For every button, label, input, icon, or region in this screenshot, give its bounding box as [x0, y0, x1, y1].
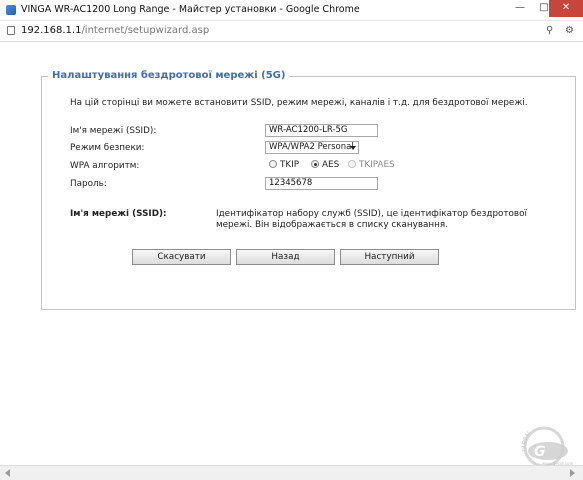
radio-tkip[interactable]	[269, 160, 277, 168]
window-titlebar: VINGA WR-AC1200 Long Range - Майстер уст…	[0, 0, 583, 21]
intro-text: На цій сторінці ви можете встановити SSI…	[70, 98, 528, 108]
password-label: Пароль:	[70, 179, 107, 189]
radio-tkip-label: TKIP	[280, 160, 300, 170]
ssid-input[interactable]: WR-AC1200-LR-5G	[265, 124, 378, 137]
scroll-right-icon[interactable]	[570, 469, 575, 477]
security-mode-value: WPA/WPA2 Personal	[269, 142, 354, 152]
window-title: VINGA WR-AC1200 Long Range - Майстер уст…	[21, 4, 360, 15]
radio-tkipaes-label: TKIPAES	[359, 160, 395, 170]
next-button[interactable]: Наступний	[340, 249, 439, 265]
page-icon	[7, 26, 15, 35]
wpa-algorithm-label: WPA алгоритм:	[70, 161, 140, 171]
wpa-option-aes[interactable]: AES	[311, 160, 339, 172]
wireless-settings-fieldset	[41, 76, 576, 310]
fieldset-legend: Налаштування бездротової мережі (5G)	[48, 70, 290, 81]
radio-aes[interactable]	[311, 160, 319, 168]
radio-tkipaes[interactable]	[348, 160, 356, 168]
help-description: Ідентифікатор набору служб (SSID), це ід…	[216, 209, 527, 230]
minimize-icon[interactable]: —	[507, 0, 533, 17]
wpa-option-tkip[interactable]: TKIP	[269, 160, 299, 172]
security-mode-label: Режим безпеки:	[70, 143, 145, 153]
radio-aes-label: AES	[322, 160, 340, 170]
wpa-option-tkipaes[interactable]: TKIPAES	[348, 160, 395, 172]
help-term: Ім'я мережі (SSID):	[70, 209, 167, 219]
extension-icon[interactable]: ⚙	[565, 25, 574, 36]
password-input[interactable]: 12345678	[265, 177, 378, 190]
url-text[interactable]: 192.168.1.1/internet/setupwizard.asp	[21, 25, 209, 36]
app-icon	[6, 5, 16, 15]
watermark-g-letter: G	[534, 444, 546, 460]
ssid-label: Ім'я мережі (SSID):	[70, 126, 157, 136]
pin-icon[interactable]: ⚲	[546, 25, 553, 36]
close-icon[interactable]: ✕	[549, 0, 583, 17]
scroll-left-icon[interactable]	[5, 469, 10, 477]
address-bar[interactable]: 192.168.1.1/internet/setupwizard.asp ⚲ ⚙	[0, 21, 583, 42]
security-mode-select[interactable]: WPA/WPA2 Personal	[265, 141, 359, 154]
page-content: Налаштування бездротової мережі (5G) На …	[0, 42, 583, 467]
back-button[interactable]: Назад	[236, 249, 335, 265]
cancel-button[interactable]: Скасувати	[132, 249, 231, 265]
watermark-logo: G GLOBAL www.gecid.com	[521, 426, 573, 467]
horizontal-scrollbar[interactable]	[0, 465, 583, 480]
dropdown-arrow-icon	[350, 146, 356, 150]
